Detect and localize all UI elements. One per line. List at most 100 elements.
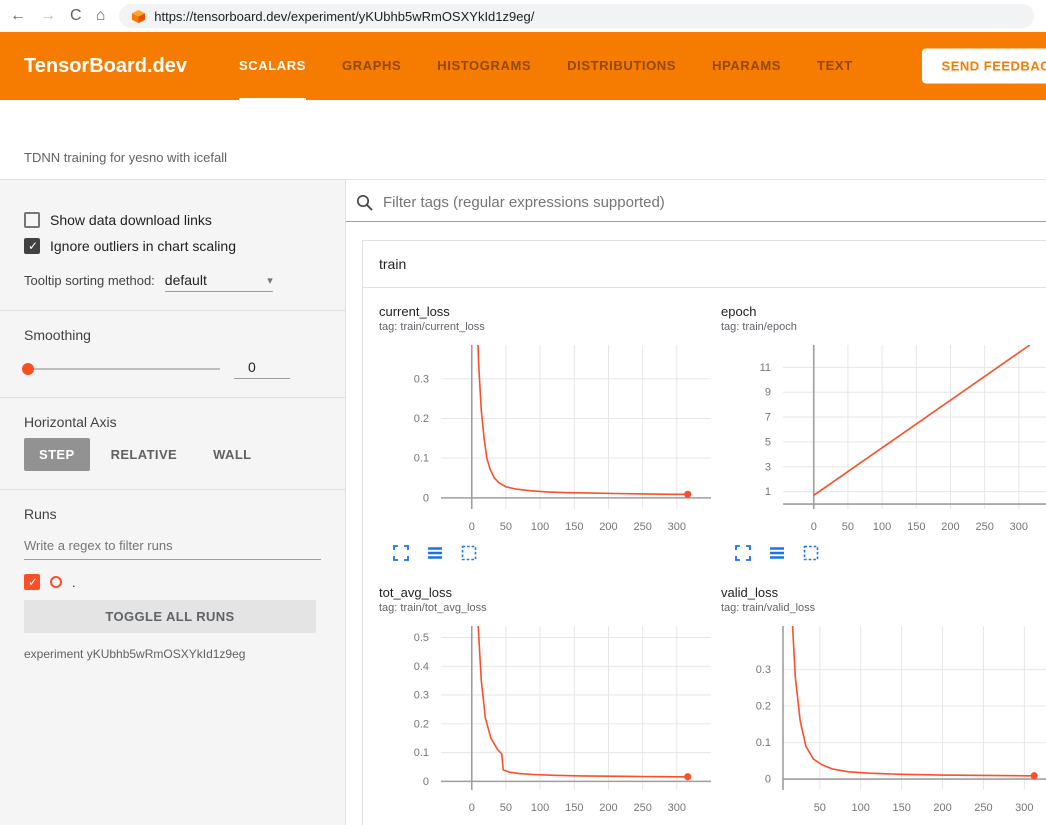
svg-text:0.4: 0.4: [414, 661, 429, 673]
svg-text:150: 150: [907, 521, 925, 533]
line-chart[interactable]: 1357911050100150200250300: [721, 339, 1046, 539]
svg-text:150: 150: [892, 802, 910, 814]
forward-icon[interactable]: →: [40, 8, 56, 24]
line-chart[interactable]: 00.10.20.3050100150200250300: [379, 339, 714, 539]
svg-text:200: 200: [933, 802, 951, 814]
back-icon[interactable]: ←: [10, 8, 26, 24]
svg-text:100: 100: [852, 802, 870, 814]
svg-text:100: 100: [873, 521, 891, 533]
svg-text:0.3: 0.3: [414, 690, 429, 702]
runs-filter-input[interactable]: [24, 532, 321, 560]
expand-chart-icon[interactable]: [735, 545, 751, 561]
url-text[interactable]: https://tensorboard.dev/experiment/yKUbh…: [154, 9, 534, 24]
scalar-chart-card: tot_avg_loss tag: train/tot_avg_loss 0 0.…: [379, 585, 709, 825]
svg-text:250: 250: [975, 521, 993, 533]
expand-chart-icon[interactable]: [393, 545, 409, 561]
toggle-all-runs-button[interactable]: TOGGLE ALL RUNS: [24, 600, 316, 633]
nav-tabs: SCALARS GRAPHS HISTOGRAMS DISTRIBUTIONS …: [239, 32, 853, 100]
axis-relative-button[interactable]: RELATIVE: [96, 438, 193, 471]
svg-text:200: 200: [941, 521, 959, 533]
ignore-outliers-checkbox-row[interactable]: Ignore outliers in chart scaling: [24, 238, 321, 254]
chart-actions: [721, 539, 1046, 561]
search-icon: [356, 194, 373, 211]
slider-thumb[interactable]: [22, 363, 34, 375]
axis-step-button[interactable]: STEP: [24, 438, 90, 471]
line-chart[interactable]: 00.10.20.350100150200250300: [721, 620, 1046, 820]
charts-grid: current_loss tag: train/current_loss 00.…: [363, 288, 1046, 825]
svg-text:0.1: 0.1: [414, 747, 429, 759]
smoothing-label: Smoothing: [24, 327, 321, 343]
svg-text:0: 0: [423, 776, 429, 788]
chart-tag: tag: train/tot_avg_loss: [379, 602, 709, 614]
svg-text:0.1: 0.1: [756, 737, 771, 749]
run-checkbox-icon[interactable]: [24, 574, 40, 590]
show-download-links-checkbox-row[interactable]: Show data download links: [24, 212, 321, 228]
svg-text:300: 300: [1010, 521, 1028, 533]
chart-tag: tag: train/current_loss: [379, 321, 709, 333]
svg-text:3: 3: [765, 461, 771, 473]
smoothing-section: Smoothing 0: [0, 311, 345, 398]
scalars-main-panel: train current_loss tag: train/current_lo…: [346, 180, 1046, 825]
site-logo-icon: [131, 9, 146, 24]
home-icon[interactable]: ⌂: [96, 8, 106, 24]
experiment-caption: experiment yKUbhb5wRmOSXYkId1z9eg: [24, 647, 321, 661]
select-value: default: [165, 272, 207, 288]
tooltip-sorting-label: Tooltip sorting method:: [24, 273, 155, 288]
smoothing-value[interactable]: 0: [234, 359, 290, 379]
tab-hparams[interactable]: HPARAMS: [712, 32, 781, 100]
chart-actions: [379, 820, 709, 825]
run-color-icon: [50, 576, 62, 588]
chart-actions: [721, 820, 1046, 825]
axis-wall-button[interactable]: WALL: [198, 438, 266, 471]
svg-text:1: 1: [765, 486, 771, 498]
tab-distributions[interactable]: DISTRIBUTIONS: [567, 32, 676, 100]
address-bar[interactable]: https://tensorboard.dev/experiment/yKUbh…: [119, 4, 1034, 28]
brand-title: TensorBoard.dev: [24, 55, 187, 78]
line-chart[interactable]: 00.10.20.30.40.5050100150200250300: [379, 620, 714, 820]
svg-text:0.3: 0.3: [756, 664, 771, 676]
svg-text:7: 7: [765, 412, 771, 424]
svg-text:0.2: 0.2: [756, 701, 771, 713]
tag-filter-row: [346, 180, 1046, 222]
tab-scalars[interactable]: SCALARS: [239, 32, 306, 100]
run-name: .: [72, 575, 76, 590]
smoothing-slider[interactable]: [24, 368, 220, 370]
run-list-item[interactable]: .: [24, 574, 321, 590]
svg-text:150: 150: [565, 802, 583, 814]
svg-text:0: 0: [765, 774, 771, 786]
svg-text:300: 300: [668, 802, 686, 814]
svg-text:200: 200: [599, 521, 617, 533]
scalar-chart-card: epoch tag: train/epoch 13579110501001502…: [721, 304, 1046, 561]
tag-group-title[interactable]: train: [363, 241, 1046, 288]
checkbox-checked-icon[interactable]: [24, 238, 40, 254]
svg-text:200: 200: [599, 802, 617, 814]
tab-graphs[interactable]: GRAPHS: [342, 32, 401, 100]
checkbox-unchecked-icon[interactable]: [24, 212, 40, 228]
tab-text[interactable]: TEXT: [817, 32, 853, 100]
scalar-chart-card: valid_loss tag: train/valid_loss 0 0.1 0.2…: [721, 585, 1046, 825]
svg-text:0.2: 0.2: [414, 718, 429, 730]
tab-histograms[interactable]: HISTOGRAMS: [437, 32, 531, 100]
fit-domain-icon[interactable]: [803, 545, 819, 561]
browser-toolbar: ← → C ⌂ https://tensorboard.dev/experime…: [0, 0, 1046, 32]
chart-tag: tag: train/valid_loss: [721, 602, 1046, 614]
send-feedback-button[interactable]: SEND FEEDBACK: [922, 49, 1046, 84]
fit-domain-icon[interactable]: [461, 545, 477, 561]
svg-text:250: 250: [974, 802, 992, 814]
svg-text:250: 250: [633, 802, 651, 814]
chart-title: valid_loss: [721, 585, 1046, 600]
refresh-icon[interactable]: C: [70, 8, 82, 24]
experiment-header: TDNN training for yesno with icefall: [0, 100, 1046, 180]
svg-text:11: 11: [760, 362, 771, 374]
app-header: TensorBoard.dev SCALARS GRAPHS HISTOGRAM…: [0, 32, 1046, 100]
general-settings-section: Show data download links Ignore outliers…: [0, 198, 345, 311]
tooltip-sorting-select[interactable]: default ▾: [165, 272, 273, 292]
chart-title: tot_avg_loss: [379, 585, 709, 600]
series-list-icon[interactable]: [769, 545, 785, 561]
series-list-icon[interactable]: [427, 545, 443, 561]
tag-filter-input[interactable]: [383, 194, 1030, 211]
svg-text:150: 150: [565, 521, 583, 533]
svg-text:50: 50: [814, 802, 826, 814]
svg-text:50: 50: [500, 802, 512, 814]
experiment-title: TDNN training for yesno with icefall: [24, 150, 227, 165]
